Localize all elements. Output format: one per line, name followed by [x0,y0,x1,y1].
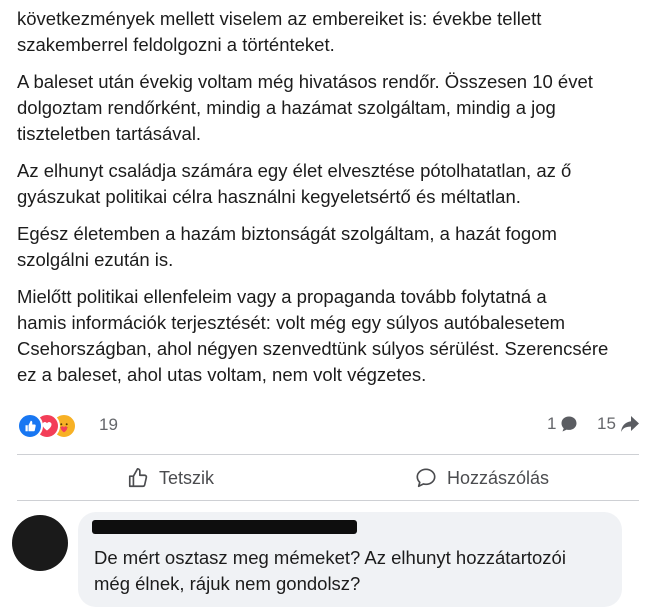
post-paragraph: következmények mellett viselem az embere… [17,8,542,55]
comment-text: De mért osztasz meg mémeket? Az elhunyt … [94,547,566,594]
reaction-icons[interactable] [17,413,97,439]
divider [17,500,639,501]
comment-button[interactable]: Hozzászólás [415,464,549,492]
comment-bubble-icon [561,416,577,432]
divider [17,454,639,455]
facebook-post: következmények mellett viselem az embere… [0,0,658,613]
post-body: következmények mellett viselem az embere… [17,6,642,399]
post-paragraph: Az elhunyt családja számára egy élet elv… [17,160,572,207]
like-button[interactable]: Tetszik [127,464,214,492]
like-reaction-icon [17,413,43,439]
share-arrow-icon [620,416,639,432]
post-actions: Tetszik Hozzászólás [17,458,639,498]
share-count-value: 15 [597,414,616,433]
post-paragraph: Mielőtt politikai ellenfeleim vagy a pro… [17,286,609,385]
comment-icon [416,468,436,488]
thumbs-up-icon [128,468,148,488]
comment: De mért osztasz meg mémeket? Az elhunyt … [12,510,642,610]
redacted-author-name [92,520,357,534]
comment-label: Hozzászólás [447,467,550,488]
comment-count[interactable]: 1 [547,414,578,434]
post-paragraph: Egész életemben a hazám biztonságát szol… [17,223,557,270]
reaction-count[interactable]: 19 [99,415,118,435]
share-count[interactable]: 15 [597,414,640,434]
avatar[interactable] [12,515,68,571]
like-label: Tetszik [159,467,215,488]
post-paragraph: A baleset után évekig voltam még hivatás… [17,71,593,144]
comment-bubble: De mért osztasz meg mémeket? Az elhunyt … [78,512,622,607]
reactions-bar: 19 1 15 [17,413,647,441]
comment-count-value: 1 [547,414,557,433]
